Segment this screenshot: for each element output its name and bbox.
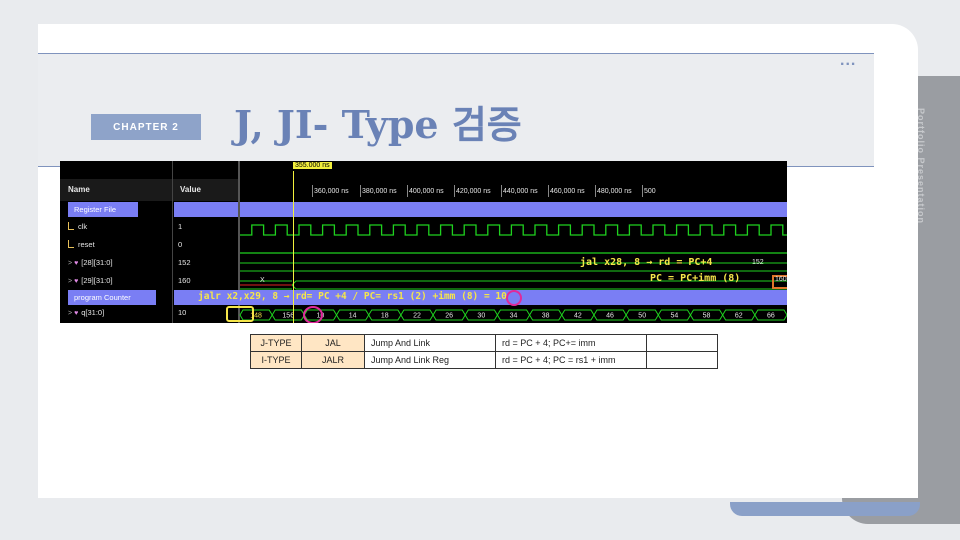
table-row: J-TYPE JAL Jump And Link rd = PC + 4; PC… — [250, 334, 718, 352]
pc-bus-value: 62 — [735, 313, 743, 320]
instruction-table: J-TYPE JAL Jump And Link rd = PC + 4; PC… — [250, 334, 718, 369]
waveform-viewer: Name Value 355.000 ns 360,000 ns 380,000… — [60, 161, 787, 323]
more-dots-icon: ... — [840, 52, 857, 69]
pc-update-annotation: PC = PC+imm (8) — [650, 273, 741, 284]
pc-bus-value: 58 — [703, 313, 711, 320]
chapter-badge: CHAPTER 2 — [91, 114, 201, 140]
cell-description: rd = PC + 4; PC+= imm — [495, 334, 647, 352]
pc-bus-value: 34 — [510, 313, 518, 320]
table-row: I-TYPE JALR Jump And Link Reg rd = PC + … — [250, 351, 718, 369]
cell-name: Jump And Link — [364, 334, 496, 352]
header-band: CHAPTER 2 J, JI- Type 검증 — [38, 53, 874, 167]
pc-10-highlight-circle — [303, 306, 323, 323]
jal-annotation: jal x28, 8 → rd = PC+4 — [580, 257, 713, 268]
slide-page: CHAPTER 2 J, JI- Type 검증 ... Name Value … — [38, 24, 918, 498]
reg29-initial-label: X — [260, 277, 265, 284]
cell-description: rd = PC + 4; PC = rs1 + imm — [495, 351, 647, 369]
pc-bus-value: 14 — [349, 313, 357, 320]
cell-extra — [646, 351, 718, 369]
result-highlight-circle — [506, 290, 522, 306]
cell-mnemonic: JALR — [301, 351, 365, 369]
jalr-annotation: jalr x2,x29, 8 → rd= PC +4 / PC= rs1 (2)… — [198, 291, 507, 302]
cell-name: Jump And Link Reg — [364, 351, 496, 369]
pc-bus-value: 38 — [542, 313, 550, 320]
pc-bus-value: 66 — [767, 313, 775, 320]
pc-bus-value: 18 — [381, 313, 389, 320]
cell-extra — [646, 334, 718, 352]
reg29-value-label: 160 — [775, 276, 787, 283]
slide: Portfolio Presentation CHAPTER 2 J, JI- … — [0, 0, 960, 540]
pc-148-highlight-box — [226, 306, 254, 322]
clk-trace — [240, 224, 787, 236]
cell-type: I-TYPE — [250, 351, 302, 369]
cell-type: J-TYPE — [250, 334, 302, 352]
pc-bus-value: 30 — [477, 313, 485, 320]
pc-bus-value: 26 — [445, 313, 453, 320]
pc-bus-value: 22 — [413, 313, 421, 320]
pc-bus-value: 50 — [638, 313, 646, 320]
pc-bus-value: 46 — [606, 313, 614, 320]
cell-mnemonic: JAL — [301, 334, 365, 352]
page-title: J, JI- Type 검증 — [234, 102, 522, 147]
pc-bus-value: 42 — [574, 313, 582, 320]
pc-bus-value: 54 — [670, 313, 678, 320]
bottom-tab — [730, 502, 920, 516]
reg28-value-label: 152 — [752, 259, 764, 266]
